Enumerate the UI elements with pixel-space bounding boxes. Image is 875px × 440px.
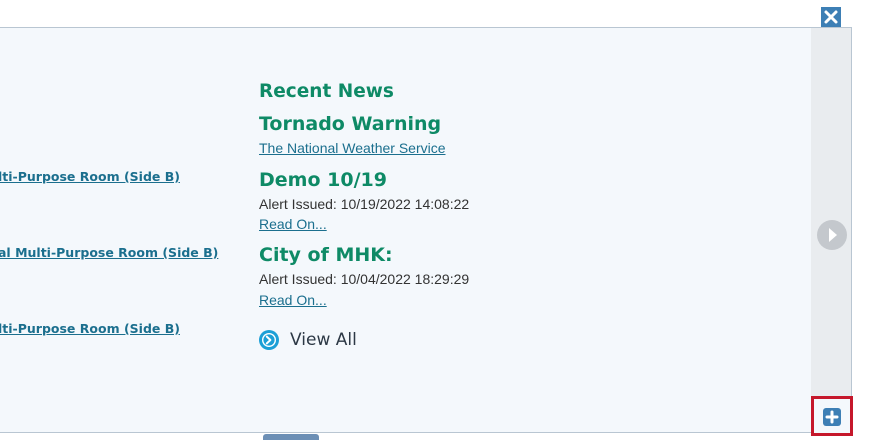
read-on-link[interactable]: Read On... bbox=[259, 292, 327, 308]
plus-icon bbox=[823, 408, 841, 426]
news-alert-time: Alert Issued: 10/04/2022 18:29:29 bbox=[259, 271, 470, 287]
read-on-link[interactable]: Read On... bbox=[259, 216, 327, 232]
news-source-link[interactable]: The National Weather Service bbox=[259, 140, 446, 156]
news-title: City of MHK: bbox=[259, 244, 393, 266]
carousel-next-button[interactable] bbox=[817, 220, 847, 250]
events-news-panel: lti-Purpose Room (Side B) al Multi-Purpo… bbox=[0, 27, 852, 433]
recent-news-heading: Recent News bbox=[259, 81, 394, 102]
view-all-button[interactable]: View All bbox=[259, 329, 357, 351]
bottom-tab-handle[interactable] bbox=[263, 434, 319, 440]
news-title: Demo 10/19 bbox=[259, 169, 387, 191]
add-button[interactable] bbox=[823, 408, 841, 426]
view-all-label: View All bbox=[290, 330, 357, 350]
event-location-link[interactable]: al Multi-Purpose Room (Side B) bbox=[0, 245, 218, 260]
news-alert-time: Alert Issued: 10/19/2022 14:08:22 bbox=[259, 196, 470, 212]
news-title: Tornado Warning bbox=[259, 113, 442, 135]
event-location-link[interactable]: lti-Purpose Room (Side B) bbox=[0, 169, 180, 184]
add-button-highlight bbox=[811, 396, 853, 436]
event-location-link[interactable]: lti-Purpose Room (Side B) bbox=[0, 321, 180, 336]
chevron-right-icon bbox=[817, 220, 847, 250]
chevron-right-circle-icon bbox=[259, 330, 279, 350]
